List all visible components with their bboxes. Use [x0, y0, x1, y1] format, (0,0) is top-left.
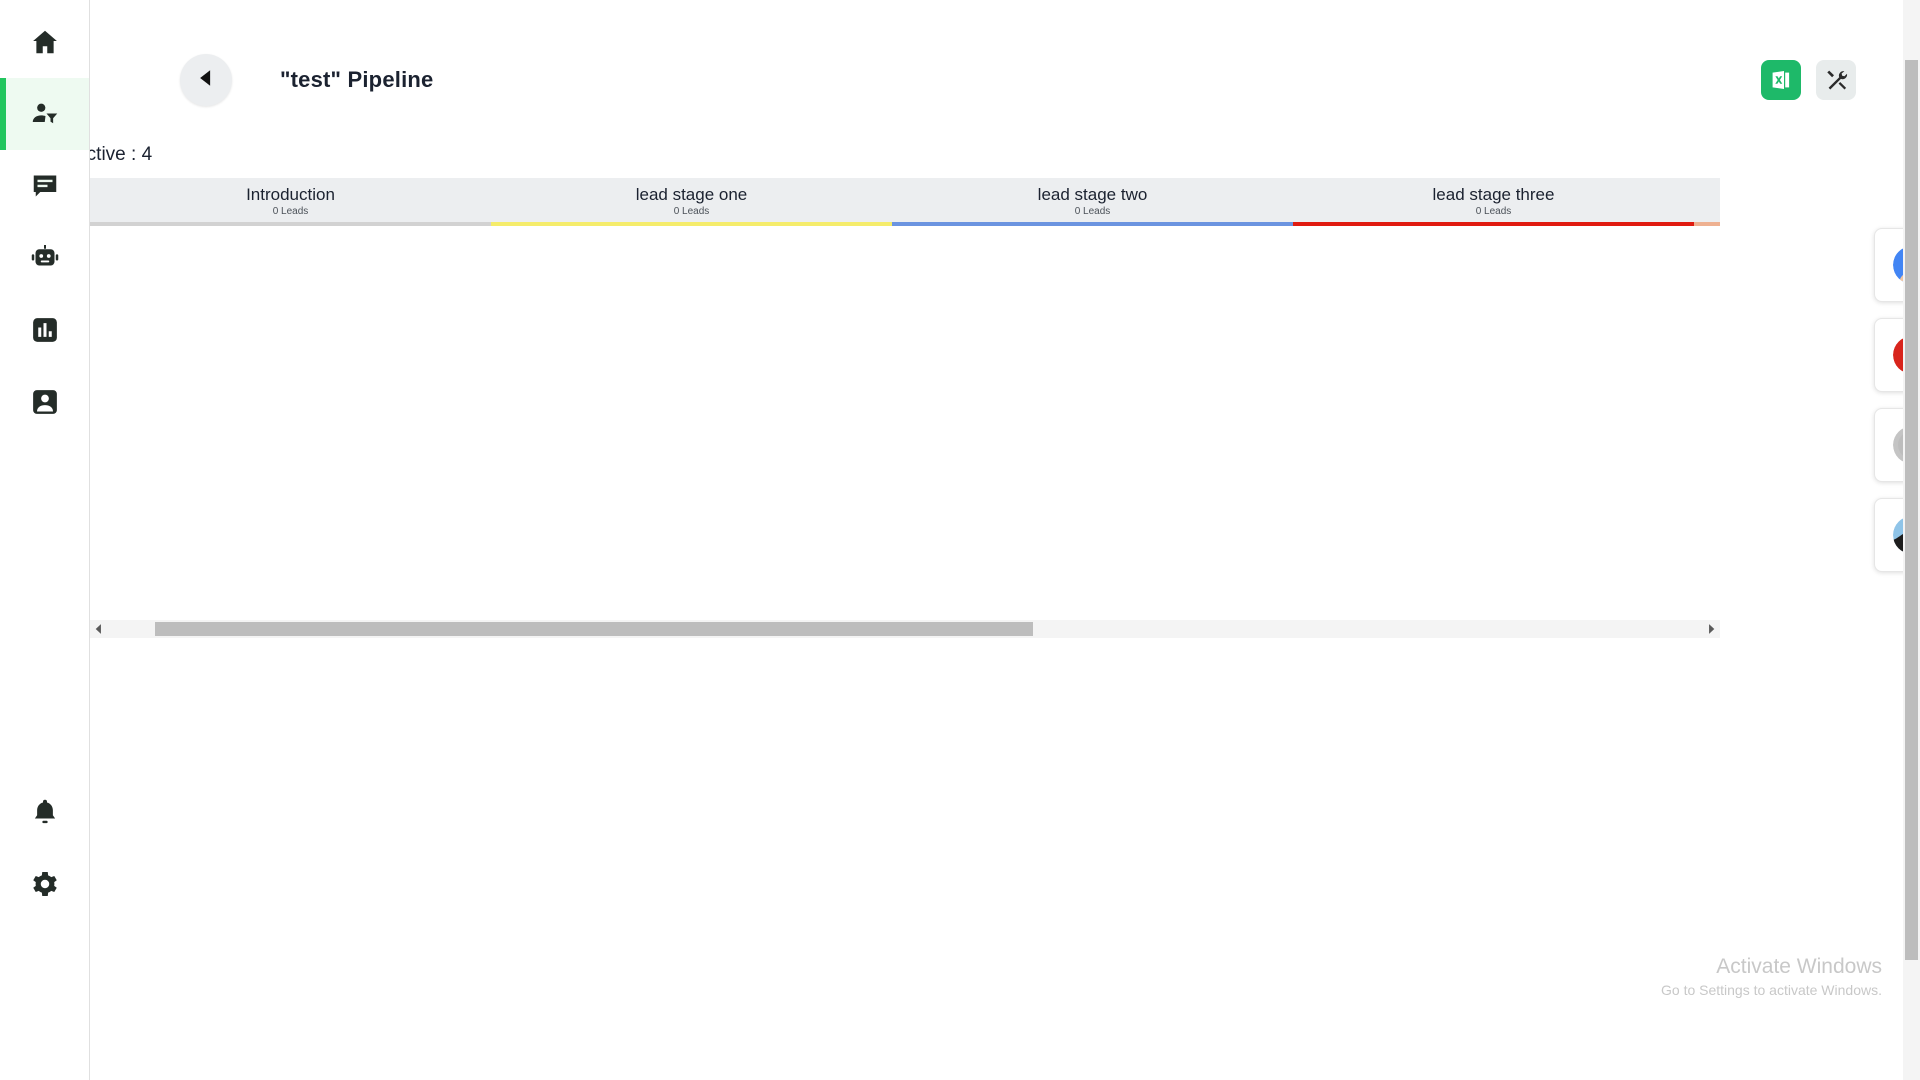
page-title: "test" Pipeline [280, 67, 434, 92]
activate-windows-watermark: Activate Windows Go to Settings to activ… [1661, 953, 1882, 1000]
sidebar-item-settings[interactable] [0, 848, 89, 920]
header-actions [1761, 60, 1856, 100]
stage-lead-count: 0 Leads [673, 206, 710, 218]
page-header: "test" Pipeline [90, 0, 1920, 108]
stage-color-bar [892, 222, 1293, 226]
tools-icon [1824, 68, 1848, 92]
stage-color-bar-row [90, 222, 1720, 226]
bell-icon [30, 797, 60, 827]
stage-lead-count: 0 Leads [1074, 206, 1111, 218]
chat-icon [30, 171, 60, 201]
sidebar-item-messages[interactable] [0, 150, 89, 222]
stage-name: lead stage three [1432, 184, 1555, 204]
home-icon [30, 27, 60, 57]
chevron-left-icon [195, 67, 217, 94]
stage-header-row: Introduction 0 Leads lead stage one 0 Le… [90, 178, 1720, 222]
stage-name: lead stage one [635, 184, 748, 204]
back-button[interactable] [180, 54, 232, 106]
sidebar-item-bot[interactable] [0, 222, 89, 294]
stage-column-header[interactable]: lead stage three 0 Leads [1293, 178, 1694, 222]
scroll-thumb[interactable] [154, 622, 1033, 636]
scroll-left-arrow-icon[interactable] [90, 620, 107, 638]
stage-column-header[interactable]: Introduction 0 Leads [90, 178, 491, 222]
board-horizontal-scrollbar[interactable] [90, 620, 1720, 638]
app-root: "test" Pipeline ctive: 4 Introduction 0… [0, 0, 1920, 1080]
stage-color-bar [491, 222, 892, 226]
stage-lead-count: 0 Leads [272, 206, 309, 218]
page-scroll-thumb[interactable] [1905, 60, 1918, 960]
main-content: "test" Pipeline ctive: 4 Introduction 0… [90, 0, 1920, 1080]
excel-icon [1769, 68, 1793, 92]
scroll-track[interactable] [107, 620, 1703, 638]
sidebar-bottom-group [0, 776, 89, 1080]
sidebar-item-home[interactable] [0, 6, 89, 78]
export-excel-button[interactable] [1761, 60, 1801, 100]
board-lane-area[interactable] [90, 226, 1720, 588]
scroll-right-arrow-icon[interactable] [1703, 620, 1720, 638]
stage-column-header[interactable]: lead stage two 0 Leads [892, 178, 1293, 222]
sidebar [0, 0, 90, 1080]
active-leads-count: Active : 4 [90, 144, 153, 165]
stage-lead-count: 0 Leads [1475, 206, 1512, 218]
stage-column-header-partial[interactable] [1694, 178, 1720, 222]
contact-card-icon [30, 387, 60, 417]
sidebar-item-leads[interactable] [0, 78, 89, 150]
stage-color-bar [1293, 222, 1694, 226]
robot-icon [30, 243, 60, 273]
page-vertical-scrollbar[interactable] [1903, 0, 1920, 1080]
stage-name: lead stage two [1037, 184, 1148, 204]
sidebar-item-notifications[interactable] [0, 776, 89, 848]
person-filter-icon [30, 99, 60, 129]
watermark-title: Activate Windows [1716, 954, 1882, 978]
stage-color-bar-partial [1694, 222, 1720, 226]
stage-column-header[interactable]: lead stage one 0 Leads [491, 178, 892, 222]
bar-chart-icon [30, 315, 60, 345]
stage-color-bar [90, 222, 491, 226]
pipeline-board: Introduction 0 Leads lead stage one 0 Le… [90, 178, 1720, 638]
stage-name: Introduction [246, 184, 335, 204]
watermark-subtitle: Go to Settings to activate Windows. [1661, 982, 1882, 999]
sidebar-item-reports[interactable] [0, 294, 89, 366]
sidebar-item-contacts[interactable] [0, 366, 89, 438]
gear-icon [30, 869, 60, 899]
pipeline-settings-button[interactable] [1816, 60, 1856, 100]
sidebar-top-group [0, 0, 89, 438]
